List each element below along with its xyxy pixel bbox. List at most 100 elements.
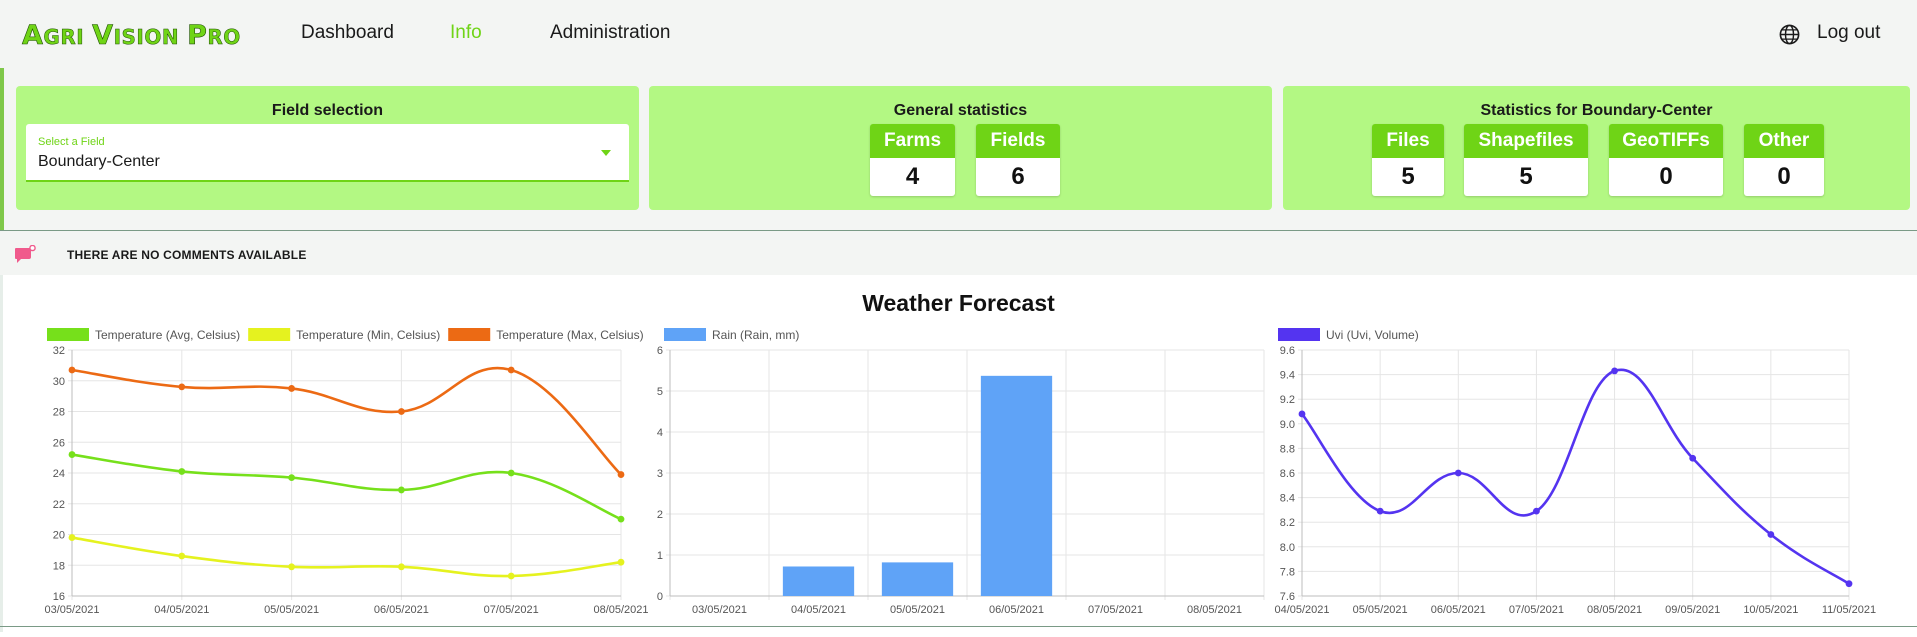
stat-files: Files 5: [1372, 124, 1444, 196]
uvi-chart: 7.6 7.8 8.0 8.2 8.4 8.6 8.8 9.0 9.2 9.4 9.6 04/05/2…: [1274, 328, 1876, 616]
stat-fields: Fields 6: [976, 124, 1060, 196]
comments-row: THERE ARE NO COMMENTS AVAILABLE: [0, 231, 1917, 275]
y-tick-label: 5: [657, 386, 663, 398]
y-tick-label: 9.0: [1280, 419, 1295, 431]
stat-label: Shapefiles: [1464, 124, 1588, 158]
y-tick-label: 9.6: [1280, 345, 1295, 357]
stat-farms: Farms 4: [870, 124, 955, 196]
data-point: [507, 572, 515, 580]
x-tick-label: 08/05/2021: [593, 604, 648, 616]
nav-administration[interactable]: Administration: [550, 22, 670, 44]
y-tick-label: 9.4: [1280, 370, 1295, 382]
data-point: [617, 558, 625, 566]
x-tick-label: 08/05/2021: [1587, 604, 1642, 616]
series-line: [1300, 368, 1850, 585]
stat-label: GeoTIFFs: [1609, 124, 1723, 158]
field-selection-title: Field selection: [271, 102, 384, 119]
stat-value: 0: [1744, 158, 1824, 196]
x-tick-label: 09/05/2021: [1665, 604, 1720, 616]
y-tick-label: 8.6: [1280, 468, 1295, 480]
y-tick-label: 7.6: [1280, 591, 1295, 603]
field-select-value: Boundary-Center: [38, 153, 160, 170]
data-point: [288, 563, 295, 571]
data-point: [1376, 507, 1384, 515]
y-tick-label: 28: [53, 407, 65, 419]
stat-value: 4: [870, 158, 955, 196]
logo-text-part: GRI: [43, 25, 85, 50]
x-tick-label: 05/05/2021: [890, 604, 945, 616]
legend-label: Temperature (Min, Celsius): [296, 328, 440, 342]
data-point: [178, 383, 186, 391]
x-tick-label: 06/05/2021: [1431, 604, 1486, 616]
data-point: [288, 474, 295, 482]
logout-button[interactable]: Log out: [1817, 22, 1880, 44]
data-point: [1454, 469, 1462, 477]
x-tick-label: 11/05/2021: [1822, 604, 1876, 616]
logo-text-part: ISION: [113, 25, 180, 50]
x-tick-label: 07/05/2021: [1088, 604, 1143, 616]
stat-value: 5: [1372, 158, 1444, 196]
series-line: [71, 366, 622, 476]
logo-text-part: A: [22, 20, 44, 52]
stat-value: 6: [976, 158, 1060, 196]
data-point: [68, 366, 76, 374]
stat-value: 5: [1464, 158, 1588, 196]
y-tick-label: 18: [53, 560, 65, 572]
y-tick-label: 6: [657, 345, 663, 357]
y-tick-label: 0: [657, 591, 663, 603]
y-tick-label: 1: [657, 550, 663, 562]
y-tick-label: 20: [53, 530, 65, 542]
data-point: [68, 534, 76, 541]
data-point: [178, 552, 186, 560]
data-point: [507, 469, 515, 477]
data-point: [1689, 454, 1697, 462]
y-tick-label: 22: [53, 499, 65, 511]
comment-icon[interactable]: [14, 245, 36, 265]
general-statistics-card: General statistics Farms 4 Fields 6: [649, 86, 1272, 210]
x-tick-label: 03/05/2021: [692, 604, 747, 616]
temperature-chart: 16 18 20 22 24 26 28 30 32 03/05/2021 04/05/2021 05…: [44, 328, 649, 616]
x-tick-label: 08/05/2021: [1187, 604, 1242, 616]
legend-label: Uvi (Uvi, Volume): [1326, 328, 1419, 342]
data-point: [507, 366, 515, 374]
data-point: [1533, 507, 1540, 515]
nav-info[interactable]: Info: [450, 22, 482, 44]
data-point: [1767, 531, 1775, 538]
y-tick-label: 26: [53, 437, 65, 449]
stat-other: Other 0: [1744, 124, 1824, 196]
y-tick-label: 4: [657, 427, 663, 439]
data-point: [288, 385, 295, 392]
y-tick-label: 24: [53, 468, 65, 480]
legend-label: Rain (Rain, mm): [712, 328, 799, 342]
y-tick-label: 32: [53, 345, 65, 357]
legend-swatch: [1278, 328, 1320, 341]
caret-down-icon[interactable]: [601, 150, 611, 156]
summary-cards-band: Field selection Select a Field Boundary-…: [0, 68, 1917, 230]
x-tick-label: 04/05/2021: [1274, 604, 1329, 616]
top-navigation-bar: A GRI V ISION P RO Dashboard Info Administrat…: [0, 0, 1917, 68]
data-point: [68, 451, 76, 458]
y-tick-label: 2: [657, 509, 663, 521]
stat-label: Other: [1744, 124, 1824, 158]
no-comments-message: THERE ARE NO COMMENTS AVAILABLE: [67, 248, 307, 262]
agrivision-logo[interactable]: A GRI V ISION P RO: [22, 20, 241, 52]
y-tick-label: 3: [657, 468, 663, 480]
x-tick-label: 05/05/2021: [264, 604, 319, 616]
field-select-label: Select a Field: [38, 136, 105, 148]
globe-icon[interactable]: [1778, 23, 1801, 46]
rain-chart: 0 1 2 3 4 5 6 03/05/2021 04/05/2021 05/05/2021 06/…: [657, 328, 1265, 616]
y-tick-label: 8.2: [1280, 517, 1295, 529]
x-tick-label: 07/05/2021: [484, 604, 539, 616]
stat-shapefiles: Shapefiles 5: [1464, 124, 1588, 196]
nav-dashboard[interactable]: Dashboard: [301, 22, 394, 44]
data-point: [617, 471, 625, 478]
data-point: [398, 486, 405, 494]
y-tick-label: 8.4: [1280, 493, 1295, 505]
stat-label: Files: [1372, 124, 1444, 158]
x-tick-label: 06/05/2021: [989, 604, 1044, 616]
field-select[interactable]: Select a Field Boundary-Center: [26, 124, 629, 182]
legend-swatch: [248, 328, 291, 341]
legend-swatch: [448, 328, 491, 341]
series-line: [71, 453, 622, 521]
x-tick-label: 05/05/2021: [1353, 604, 1408, 616]
